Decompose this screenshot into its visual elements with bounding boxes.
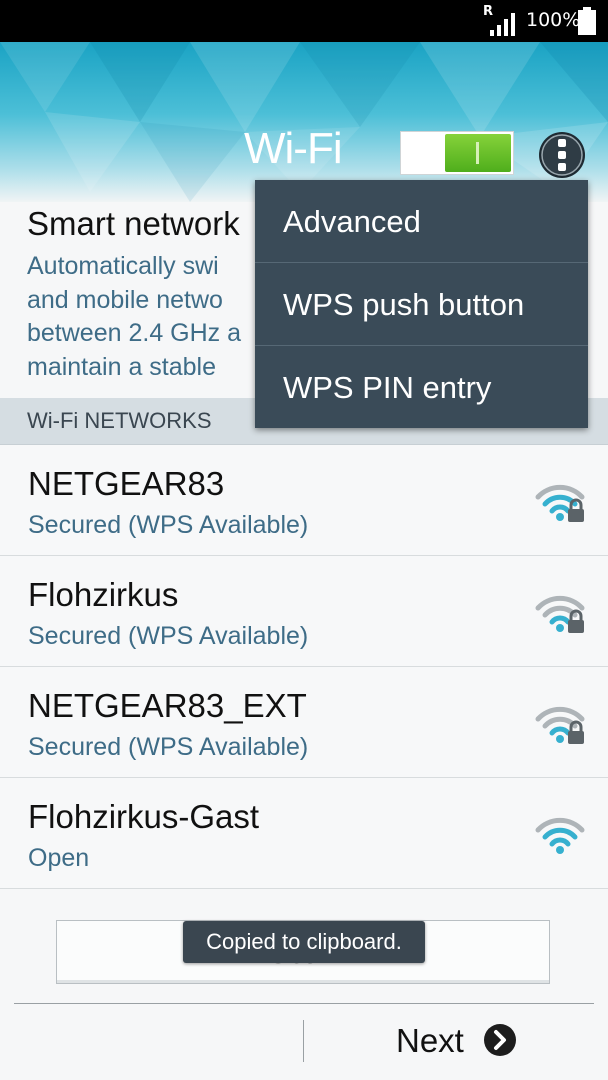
page-title: Wi-Fi	[244, 124, 343, 173]
network-item[interactable]: Flohzirkus Secured (WPS Available)	[0, 556, 608, 667]
smart-network-description: Automatically swi and mobile netwo betwe…	[27, 250, 277, 384]
network-name: NETGEAR83_EXT	[28, 687, 307, 724]
network-name: NETGEAR83	[28, 465, 225, 502]
next-button-label: Next	[396, 1022, 464, 1059]
signal-icon	[490, 13, 515, 36]
smart-network-desc-line: between 2.4 GHz a	[27, 319, 242, 347]
wifi-secured-icon	[535, 484, 585, 522]
menu-item-advanced[interactable]: Advanced	[255, 180, 588, 263]
header-pattern	[0, 42, 608, 202]
network-name: Flohzirkus-Gast	[28, 798, 260, 835]
toast-text: Copied to clipboard.	[206, 929, 402, 954]
menu-item-wps-push-button[interactable]: WPS push button	[255, 263, 588, 346]
network-list: NETGEAR83 Secured (WPS Available) Flohzi…	[0, 445, 608, 889]
battery-percent: 100%	[526, 9, 581, 31]
toggle-thumb	[445, 134, 511, 172]
smart-network-title: Smart network	[27, 205, 240, 242]
more-options-icon[interactable]	[538, 131, 586, 179]
wifi-secured-icon	[535, 595, 585, 633]
toggle-grip	[476, 142, 479, 164]
menu-item-wps-pin-entry[interactable]: WPS PIN entry	[255, 346, 588, 428]
smart-network-desc-line: and mobile netwo	[27, 285, 223, 314]
status-bar: R 100%	[0, 0, 608, 42]
network-status: Secured (WPS Available)	[28, 622, 309, 650]
network-status: Secured (WPS Available)	[28, 733, 309, 761]
network-status: Open	[28, 844, 90, 872]
menu-item-label: Advanced	[283, 204, 421, 239]
chevron-right-icon	[484, 1024, 516, 1056]
battery-icon	[578, 7, 596, 35]
network-item[interactable]: NETGEAR83 Secured (WPS Available)	[0, 445, 608, 556]
network-item[interactable]: NETGEAR83_EXT Secured (WPS Available)	[0, 667, 608, 778]
menu-item-label: WPS push button	[283, 287, 525, 322]
network-name: Flohzirkus	[28, 576, 179, 613]
bottom-divider	[14, 1003, 594, 1004]
menu-item-label: WPS PIN entry	[283, 370, 492, 405]
wifi-toggle[interactable]	[400, 131, 514, 175]
wifi-secured-icon	[535, 706, 585, 744]
toast-notification: Copied to clipboard.	[183, 921, 425, 963]
smart-network-desc-line: Automatically swi	[27, 252, 219, 280]
smart-network-desc-line: maintain a stable	[27, 352, 217, 381]
network-status: Secured (WPS Available)	[28, 511, 309, 539]
network-item[interactable]: Flohzirkus-Gast Open	[0, 778, 608, 889]
wifi-icon	[535, 817, 585, 854]
bottom-vertical-divider	[303, 1020, 304, 1062]
overflow-menu: Advanced WPS push button WPS PIN entry	[255, 180, 588, 428]
section-label: Wi-Fi NETWORKS	[27, 408, 212, 433]
smart-network-setting[interactable]: Smart network Automatically swi and mobi…	[27, 202, 277, 384]
header-banner	[0, 42, 608, 202]
